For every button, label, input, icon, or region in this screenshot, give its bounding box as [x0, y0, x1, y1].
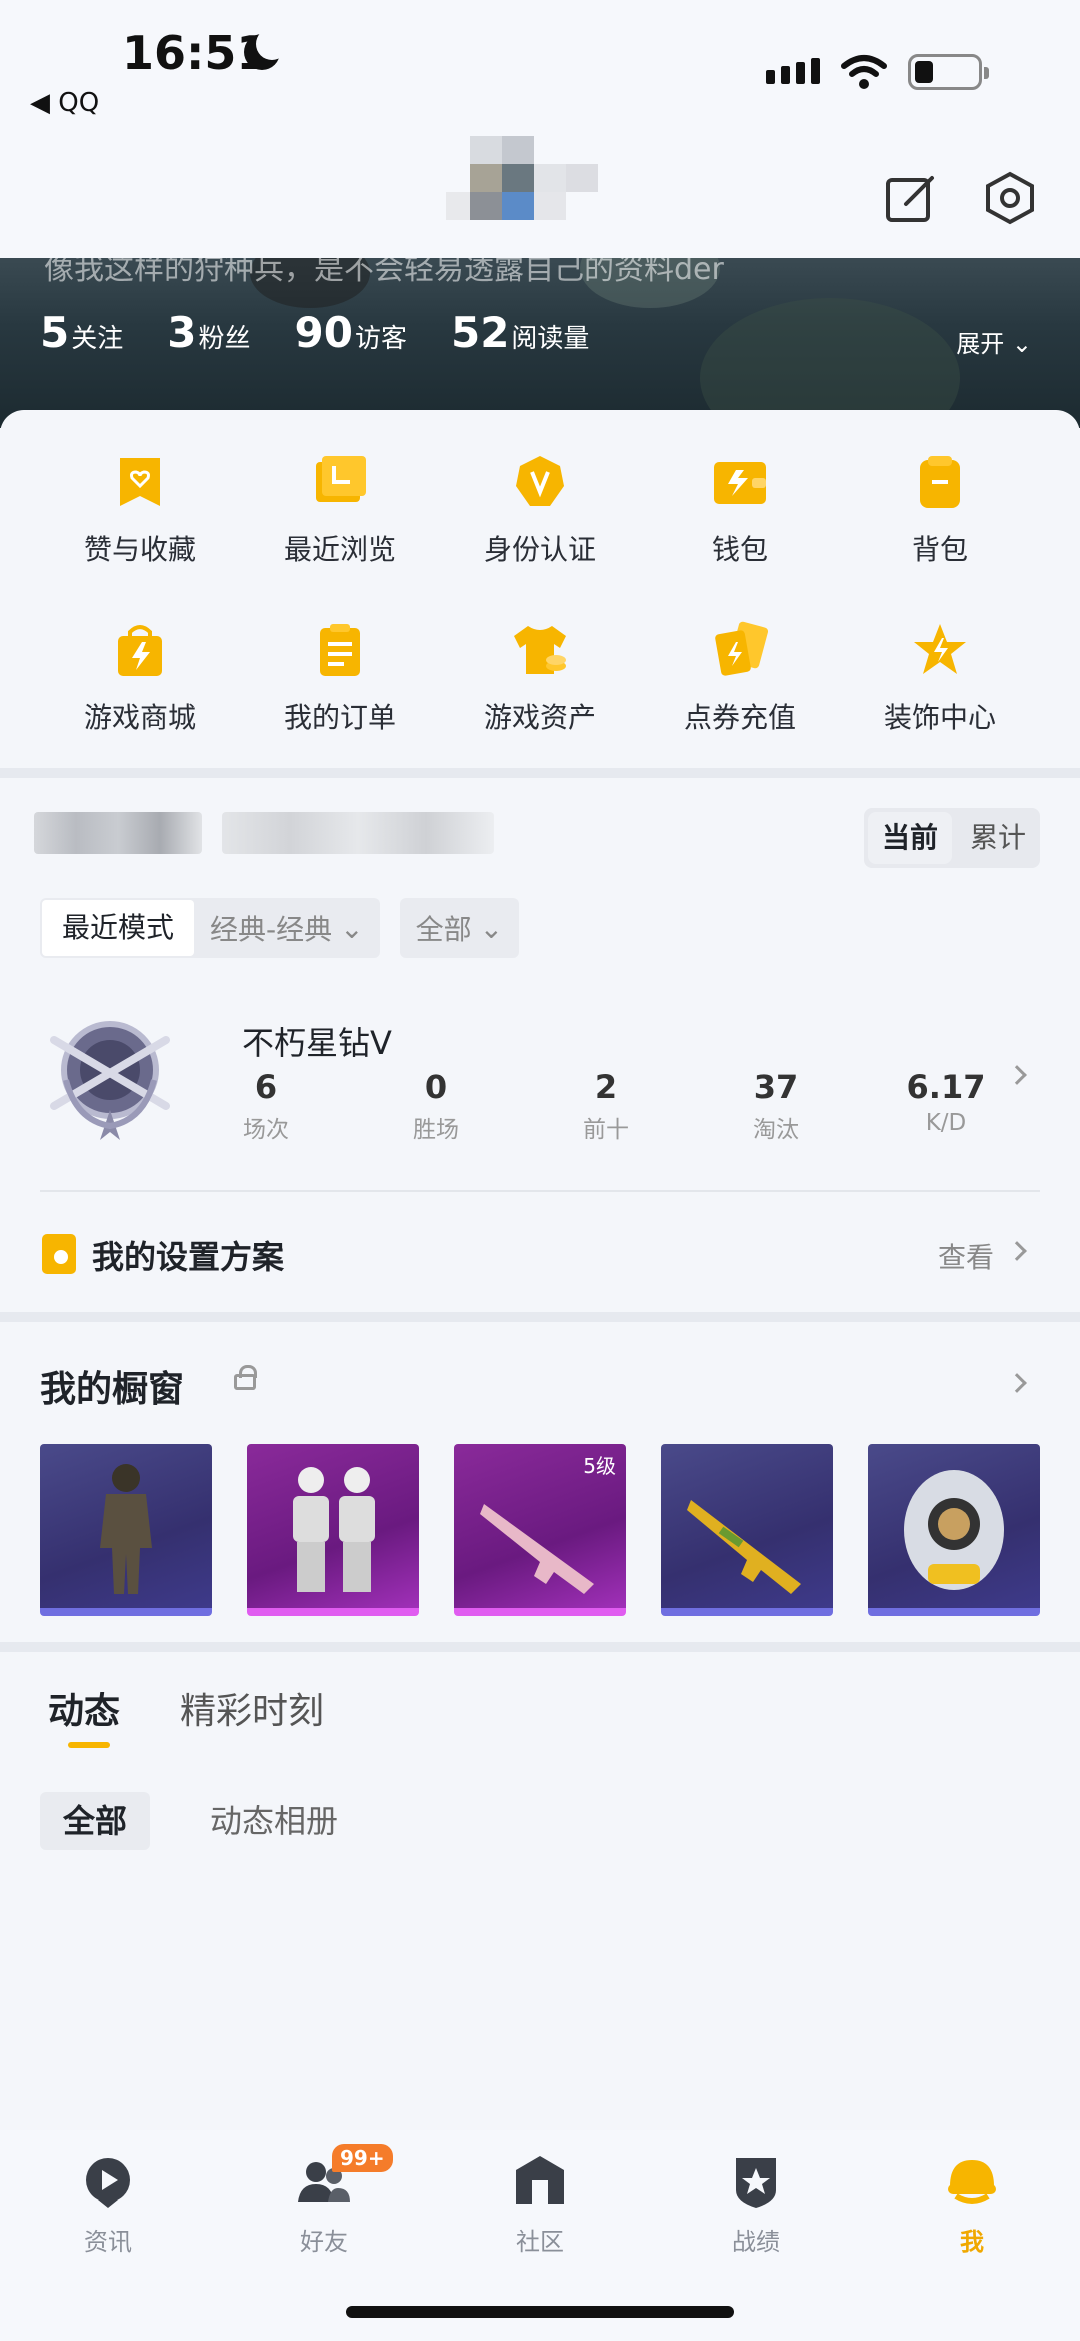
filter-row: 最近模式 经典-经典 ⌄ 全部 ⌄: [40, 898, 520, 958]
active-tab-indicator: [68, 1742, 110, 1748]
menu-wallet[interactable]: 钱包: [640, 452, 840, 568]
home-indicator[interactable]: [346, 2306, 734, 2318]
outfit-figure-icon: [100, 1464, 152, 1594]
backpack-icon: [920, 456, 960, 508]
toggle-current[interactable]: 当前: [868, 812, 952, 864]
menu-backpack[interactable]: 背包: [840, 452, 1040, 568]
cards-icon: [715, 621, 769, 676]
recent-mode-tab[interactable]: 最近模式: [42, 900, 195, 956]
subtab-album[interactable]: 动态相册: [210, 1792, 338, 1850]
stat-fans[interactable]: 3粉丝: [167, 308, 250, 357]
stat-kills: 37 淘汰: [753, 1068, 799, 1143]
profile-header: [0, 130, 1080, 260]
backpack-icon: [904, 1470, 1004, 1590]
community-house-icon: [516, 2156, 564, 2204]
menu-game-assets[interactable]: 游戏资产: [440, 620, 640, 736]
verified-badge-icon: [516, 456, 564, 506]
profile-bio: 像我这样的狩种兵，是不会轻易透露自己的资料der: [44, 258, 724, 287]
recent-folder-icon: [316, 456, 366, 502]
section-divider: [0, 768, 1080, 778]
chevron-down-icon: ⌄: [479, 911, 504, 945]
item-level-badge: 5级: [583, 1454, 616, 1478]
rank-title: 不朽星钻Ⅴ: [242, 1024, 392, 1062]
showcase-item-backpack[interactable]: [868, 1444, 1040, 1616]
stat-visitors[interactable]: 90访客: [295, 308, 407, 357]
wifi-icon: [841, 55, 887, 89]
menu-my-orders[interactable]: 我的订单: [240, 620, 440, 736]
settings-plan-title: 我的设置方案: [92, 1238, 285, 1276]
divider-line: [40, 1190, 1040, 1192]
signal-icon: [766, 58, 820, 84]
nav-me[interactable]: 我: [902, 2152, 1042, 2257]
section-divider: [0, 1642, 1080, 1652]
stat-kd: 6.17 K/D: [906, 1068, 986, 1136]
menu-recent-views[interactable]: 最近浏览: [240, 452, 440, 568]
record-shield-icon: [736, 2158, 776, 2208]
stat-wins: 0 胜场: [413, 1068, 459, 1143]
back-to-app-link[interactable]: ◀ QQ: [30, 88, 99, 118]
scope-filter[interactable]: 全部 ⌄: [399, 898, 520, 958]
chevron-right-icon[interactable]: [1007, 1241, 1027, 1261]
showcase-item-costume[interactable]: [247, 1444, 419, 1616]
player-name: [34, 812, 202, 854]
mode-filter: 最近模式 经典-经典 ⌄: [40, 898, 380, 958]
wallet-icon: [714, 462, 766, 504]
star-icon: [914, 624, 966, 674]
costume-figures-icon: [293, 1467, 375, 1592]
section-divider: [0, 1312, 1080, 1322]
rank-badge-icon: [50, 1021, 170, 1140]
menu-game-store[interactable]: 游戏商城: [40, 620, 240, 736]
menu-coupon-recharge[interactable]: 点券充值: [640, 620, 840, 736]
helmet-icon: [948, 2160, 996, 2204]
lock-icon[interactable]: [234, 1365, 257, 1390]
tshirt-coins-icon: [514, 626, 566, 674]
stat-matches: 6 场次: [243, 1068, 289, 1143]
tab-highlights[interactable]: 精彩时刻: [180, 1682, 324, 1734]
expand-button[interactable]: 展开 ⌄: [956, 324, 1032, 359]
friends-notification-badge: 99+: [332, 2144, 393, 2172]
showcase-item-rifle-gold[interactable]: [661, 1444, 833, 1616]
avatar[interactable]: [446, 136, 610, 222]
subtab-all[interactable]: 全部: [40, 1792, 150, 1850]
clipboard-icon: [320, 624, 360, 676]
mode-dropdown[interactable]: 经典-经典 ⌄: [194, 908, 380, 948]
chevron-down-icon: ⌄: [340, 911, 364, 945]
profile-banner: 像我这样的狩种兵，是不会轻易透露自己的资料der 5关注 3粉丝 90访客 52…: [0, 258, 1080, 428]
server-name: [222, 812, 494, 854]
moon-icon: [244, 28, 288, 70]
menu-identity-verify[interactable]: 身份认证: [440, 452, 640, 568]
settings-view-link[interactable]: 查看: [938, 1236, 994, 1276]
menu-decoration-center[interactable]: 装饰中心: [840, 620, 1040, 736]
showcase-item-outfit[interactable]: [40, 1444, 212, 1616]
rifle-icon: [687, 1500, 801, 1594]
nav-record[interactable]: 战绩: [686, 2152, 826, 2257]
heart-ribbon-icon: [120, 458, 160, 506]
menu-grid: 赞与收藏 最近浏览 身份认证 钱包 背包 游戏商城 我的订单 游戏资产 点券充值…: [0, 410, 1080, 770]
settings-plan-icon: [42, 1234, 76, 1274]
chevron-right-icon[interactable]: [1007, 1373, 1027, 1393]
tab-feed[interactable]: 动态: [48, 1682, 120, 1734]
stat-reads[interactable]: 52阅读量: [451, 308, 589, 357]
shopping-bag-icon: [118, 625, 162, 676]
news-play-icon: [86, 2158, 130, 2208]
period-toggle: 当前 累计: [864, 808, 1040, 868]
chevron-right-icon[interactable]: [1007, 1065, 1027, 1085]
nav-news[interactable]: 资讯: [38, 2152, 178, 2257]
profile-stats: 5关注 3粉丝 90访客 52阅读量: [40, 308, 589, 357]
settings-icon[interactable]: [982, 170, 1038, 226]
showcase-title: 我的橱窗: [40, 1369, 185, 1410]
menu-likes-favorites[interactable]: 赞与收藏: [40, 452, 240, 568]
toggle-cumulative[interactable]: 累计: [956, 808, 1040, 868]
nav-community[interactable]: 社区: [470, 2152, 610, 2257]
edit-icon[interactable]: [884, 170, 940, 226]
stat-top10: 2 前十: [583, 1068, 629, 1143]
status-bar: 16:51 ◀ QQ: [0, 0, 1080, 130]
battery-icon: [908, 54, 989, 90]
stat-following[interactable]: 5关注: [40, 308, 123, 357]
showcase-item-rifle-pink[interactable]: 5级: [454, 1444, 626, 1616]
